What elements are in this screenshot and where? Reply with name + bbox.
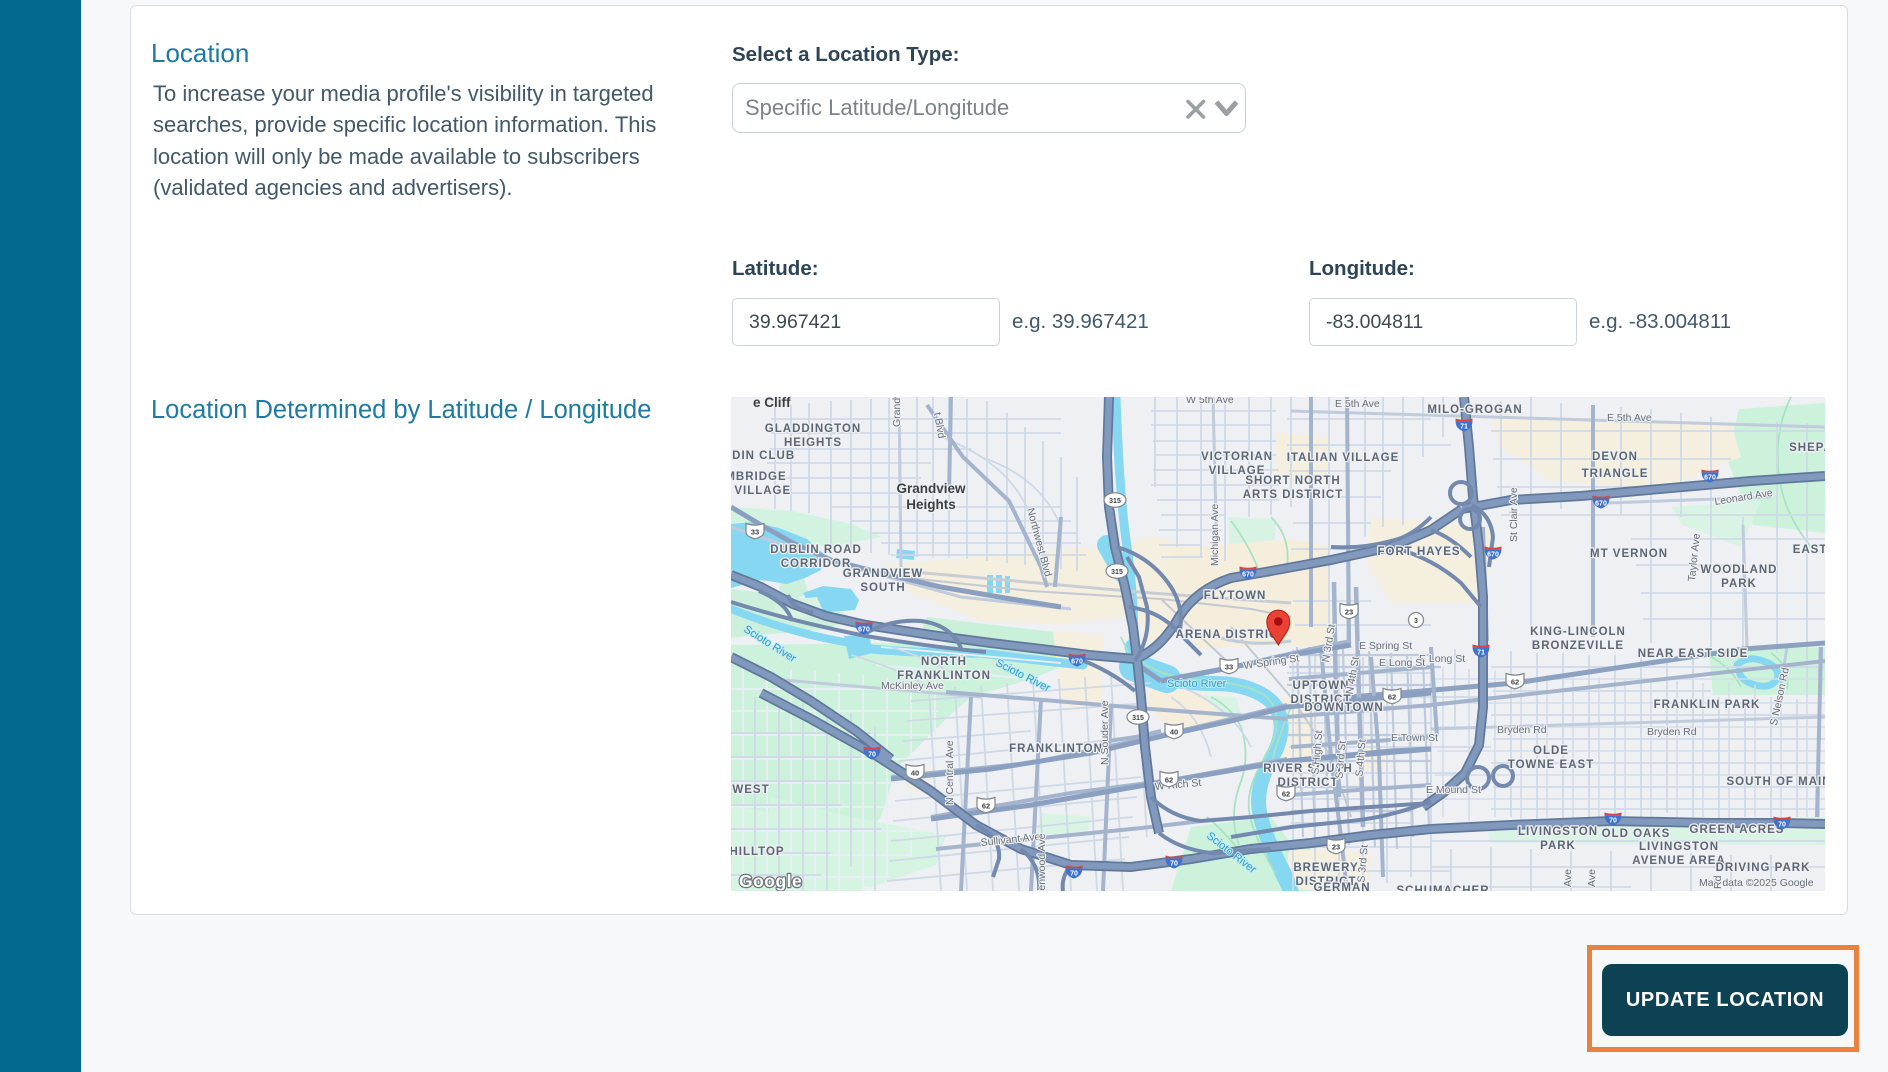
svg-text:670: 670 (1487, 551, 1499, 558)
svg-text:Bryden Rd: Bryden Rd (1497, 724, 1547, 736)
svg-text:Grandview: Grandview (896, 481, 966, 496)
svg-text:GLADDINGTON: GLADDINGTON (765, 423, 861, 435)
svg-text:71: 71 (1477, 649, 1485, 656)
svg-text:LIVINGSTON: LIVINGSTON (1639, 841, 1719, 853)
svg-text:670: 670 (858, 626, 870, 633)
svg-text:DDIN CLUB: DDIN CLUB (731, 450, 795, 462)
svg-text:WOODLAND: WOODLAND (1701, 564, 1778, 576)
svg-text:Ave: Ave (1586, 869, 1598, 887)
svg-text:MBRIDGE: MBRIDGE (731, 471, 787, 483)
svg-text:70: 70 (868, 751, 876, 758)
svg-text:E 5th Ave: E 5th Ave (1607, 412, 1652, 424)
svg-text:UPTOWN: UPTOWN (1293, 680, 1350, 692)
svg-text:N Souder Ave: N Souder Ave (1099, 700, 1111, 765)
svg-text:GRANDVIEW: GRANDVIEW (843, 568, 924, 580)
svg-text:TRIANGLE: TRIANGLE (1582, 468, 1649, 480)
svg-text:DEVON: DEVON (1592, 451, 1638, 463)
svg-text:23: 23 (1345, 607, 1353, 616)
svg-text:CORRIDOR: CORRIDOR (781, 558, 852, 570)
svg-text:ARTS DISTRICT: ARTS DISTRICT (1243, 489, 1344, 501)
svg-text:FRANKLINTON: FRANKLINTON (1009, 743, 1103, 755)
svg-text:315: 315 (1109, 498, 1121, 505)
svg-text:EASTG: EASTG (1793, 544, 1825, 556)
svg-text:AVENUE AREA: AVENUE AREA (1632, 855, 1725, 867)
svg-text:TOWNE EAST: TOWNE EAST (1508, 759, 1594, 771)
svg-text:33: 33 (751, 527, 759, 536)
svg-text:670: 670 (1242, 571, 1254, 578)
svg-text:E Long St: E Long St (1419, 653, 1465, 665)
svg-text:70: 70 (1609, 817, 1617, 824)
svg-text:62: 62 (1282, 789, 1290, 798)
svg-text:315: 315 (1111, 569, 1123, 576)
svg-text:DUBLIN ROAD: DUBLIN ROAD (770, 544, 862, 556)
svg-text:N Central Ave: N Central Ave (944, 740, 956, 805)
svg-text:33: 33 (1225, 662, 1233, 671)
svg-text:S Glenwood Ave: S Glenwood Ave (1036, 833, 1048, 891)
svg-text:70: 70 (1070, 870, 1078, 877)
svg-text:e Cliff: e Cliff (753, 397, 791, 410)
svg-text:62: 62 (1511, 677, 1519, 686)
svg-text:Google: Google (739, 871, 802, 891)
svg-text:E Town St: E Town St (1391, 732, 1438, 744)
svg-text:HEIGHTS: HEIGHTS (784, 437, 842, 449)
svg-text:70: 70 (1170, 860, 1178, 867)
svg-text:62: 62 (982, 801, 990, 810)
svg-text:Ave: Ave (1562, 869, 1574, 887)
svg-text:St Clair Ave: St Clair Ave (1508, 487, 1520, 542)
svg-text:E Long St: E Long St (1379, 657, 1425, 669)
svg-text:3: 3 (1414, 618, 1418, 625)
svg-text:GREEN ACRES: GREEN ACRES (1690, 824, 1785, 836)
svg-text:KING-LINCOLN: KING-LINCOLN (1530, 626, 1626, 638)
svg-text:OLD OAKS: OLD OAKS (1602, 828, 1671, 840)
svg-text:WEST: WEST (732, 784, 769, 796)
svg-text:40: 40 (1170, 727, 1178, 736)
svg-text:McKinley Ave: McKinley Ave (881, 680, 944, 692)
svg-text:W 5th Ave: W 5th Ave (1186, 397, 1234, 406)
svg-text:ITALIAN VILLAGE: ITALIAN VILLAGE (1287, 452, 1400, 464)
svg-text:FRANKLIN PARK: FRANKLIN PARK (1654, 699, 1761, 711)
svg-text:70: 70 (1778, 821, 1786, 828)
svg-text:SOUTH OF MAIN: SOUTH OF MAIN (1727, 776, 1826, 788)
svg-text:SCHUMACHER: SCHUMACHER (1396, 885, 1489, 891)
svg-text:E Mound St: E Mound St (1426, 784, 1481, 796)
svg-text:DOWNTOWN: DOWNTOWN (1304, 702, 1383, 714)
svg-text:Michigan Ave: Michigan Ave (1209, 504, 1221, 566)
svg-text:71: 71 (1460, 423, 1468, 430)
svg-text:FLYTOWN: FLYTOWN (1204, 590, 1267, 602)
svg-text:SHORT NORTH: SHORT NORTH (1245, 475, 1340, 487)
svg-text:315: 315 (1132, 715, 1144, 722)
svg-text:LIVINGSTON: LIVINGSTON (1518, 826, 1598, 838)
svg-text:NEAR EAST SIDE: NEAR EAST SIDE (1638, 648, 1749, 660)
svg-text:670: 670 (1595, 500, 1607, 507)
svg-text:Heights: Heights (906, 497, 956, 512)
svg-text:SOUTH: SOUTH (860, 582, 905, 594)
svg-text:E Spring St: E Spring St (1359, 640, 1412, 652)
svg-text:NORTH: NORTH (921, 656, 967, 668)
svg-text:OLDE: OLDE (1533, 745, 1569, 757)
svg-text:PARK: PARK (1721, 578, 1757, 590)
svg-text:23: 23 (1332, 842, 1340, 851)
svg-text:670: 670 (1704, 474, 1716, 481)
svg-text:BRONZEVILLE: BRONZEVILLE (1532, 640, 1624, 652)
svg-text:62: 62 (1388, 692, 1396, 701)
svg-text:Grandview A: Grandview A (891, 397, 903, 427)
svg-text:SHEPA: SHEPA (1789, 442, 1825, 454)
svg-text:FORT HAYES: FORT HAYES (1377, 546, 1460, 558)
svg-text:Bryden Rd: Bryden Rd (1647, 726, 1697, 738)
svg-text:670: 670 (1071, 658, 1083, 665)
svg-text:Scioto River: Scioto River (1167, 678, 1227, 690)
svg-text:HILLTOP: HILLTOP (731, 846, 785, 858)
svg-text:40: 40 (911, 768, 919, 777)
svg-text:K VILLAGE: K VILLAGE (731, 485, 791, 497)
svg-text:E 5th Ave: E 5th Ave (1335, 398, 1380, 410)
svg-text:MILO-GROGAN: MILO-GROGAN (1427, 404, 1522, 416)
svg-text:62: 62 (1165, 775, 1173, 784)
svg-text:DRIVING PARK: DRIVING PARK (1716, 862, 1811, 874)
svg-text:Rd: Rd (1712, 875, 1724, 889)
svg-text:MT VERNON: MT VERNON (1590, 548, 1668, 560)
svg-text:VICTORIAN: VICTORIAN (1201, 451, 1273, 463)
svg-text:PARK: PARK (1540, 840, 1576, 852)
svg-text:BREWERY: BREWERY (1293, 862, 1358, 874)
